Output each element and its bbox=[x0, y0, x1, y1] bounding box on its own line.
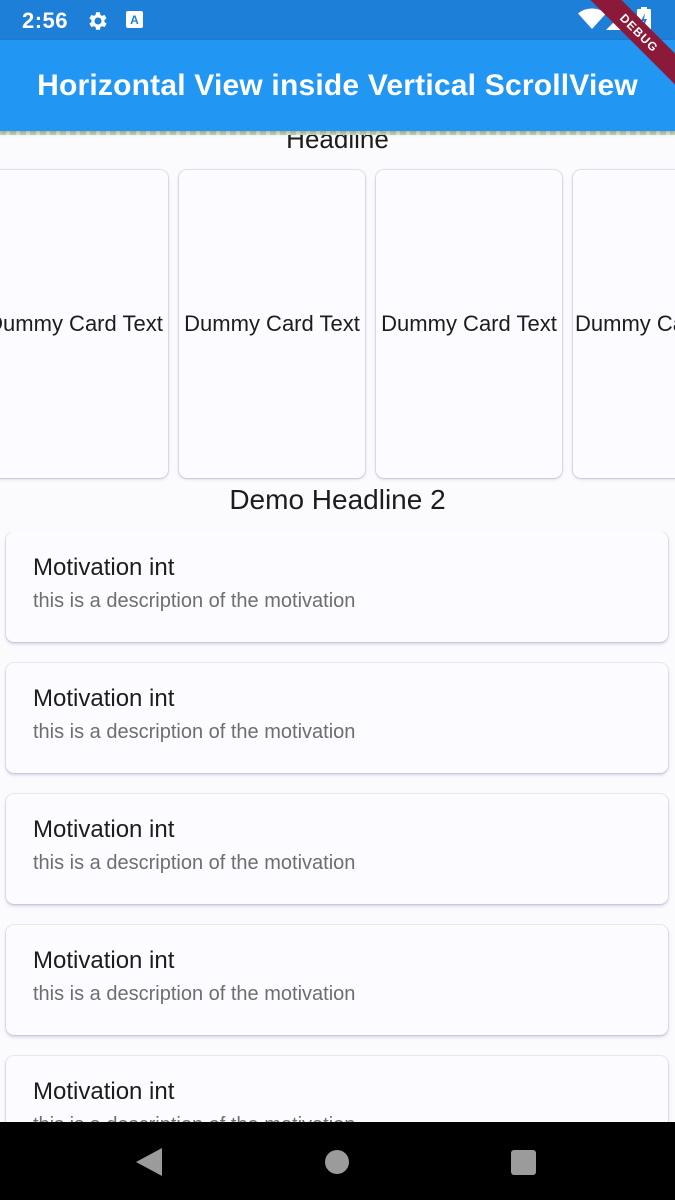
card-title: Motivation int bbox=[33, 1078, 175, 1105]
card-description: this is a description of the motivation bbox=[33, 983, 356, 1005]
home-icon[interactable] bbox=[325, 1150, 349, 1174]
horizontal-card[interactable]: Dummy Card Text bbox=[376, 170, 562, 478]
motivation-card[interactable]: Motivation int this is a description of … bbox=[6, 663, 668, 773]
back-icon[interactable] bbox=[136, 1148, 162, 1176]
card-description: this is a description of the motivation bbox=[33, 1114, 355, 1122]
card-description: this is a description of the motivation bbox=[33, 590, 356, 612]
app-bar: Horizontal View inside Vertical ScrollVi… bbox=[0, 40, 675, 131]
headline-2: Demo Headline 2 bbox=[229, 484, 446, 515]
horizontal-card-list[interactable]: Dummy Card Text Dummy Card Text Dummy Ca… bbox=[0, 166, 675, 484]
recents-icon[interactable] bbox=[511, 1150, 536, 1175]
motivation-card[interactable]: Motivation int this is a description of … bbox=[6, 532, 668, 642]
card-text: Dummy Card Text bbox=[381, 311, 557, 336]
status-bar: 2:56 A bbox=[0, 0, 675, 40]
card-text: Dummy Card Text bbox=[0, 311, 163, 336]
app-screen: 2:56 A Horizontal View inside Vertical S… bbox=[0, 0, 675, 1200]
horizontal-card[interactable]: Dummy Card Text bbox=[573, 170, 675, 478]
motivation-card[interactable]: Motivation int this is a description of … bbox=[6, 794, 668, 904]
vertical-card-list[interactable]: Motivation int this is a description of … bbox=[0, 532, 675, 1122]
motivation-card[interactable]: Motivation int this is a description of … bbox=[6, 925, 668, 1035]
horizontal-card[interactable]: Dummy Card Text bbox=[179, 170, 365, 478]
card-title: Motivation int bbox=[33, 685, 175, 712]
card-title: Motivation int bbox=[33, 947, 175, 974]
navigation-bar bbox=[0, 1122, 675, 1200]
overscroll-indicator bbox=[0, 131, 675, 135]
gear-icon bbox=[89, 12, 107, 30]
card-description: this is a description of the motivation bbox=[33, 852, 356, 874]
app-title: Horizontal View inside Vertical ScrollVi… bbox=[37, 68, 638, 102]
horizontal-card[interactable]: Dummy Card Text bbox=[0, 170, 168, 478]
motivation-card[interactable]: Motivation int this is a description of … bbox=[6, 1056, 668, 1122]
card-text: Dummy Card Text bbox=[575, 311, 675, 336]
status-time: 2:56 bbox=[22, 8, 69, 33]
card-description: this is a description of the motivation bbox=[33, 721, 356, 743]
card-title: Motivation int bbox=[33, 816, 175, 843]
card-title: Motivation int bbox=[33, 554, 175, 581]
card-text: Dummy Card Text bbox=[184, 311, 360, 336]
a-notification-icon: A bbox=[126, 11, 143, 28]
